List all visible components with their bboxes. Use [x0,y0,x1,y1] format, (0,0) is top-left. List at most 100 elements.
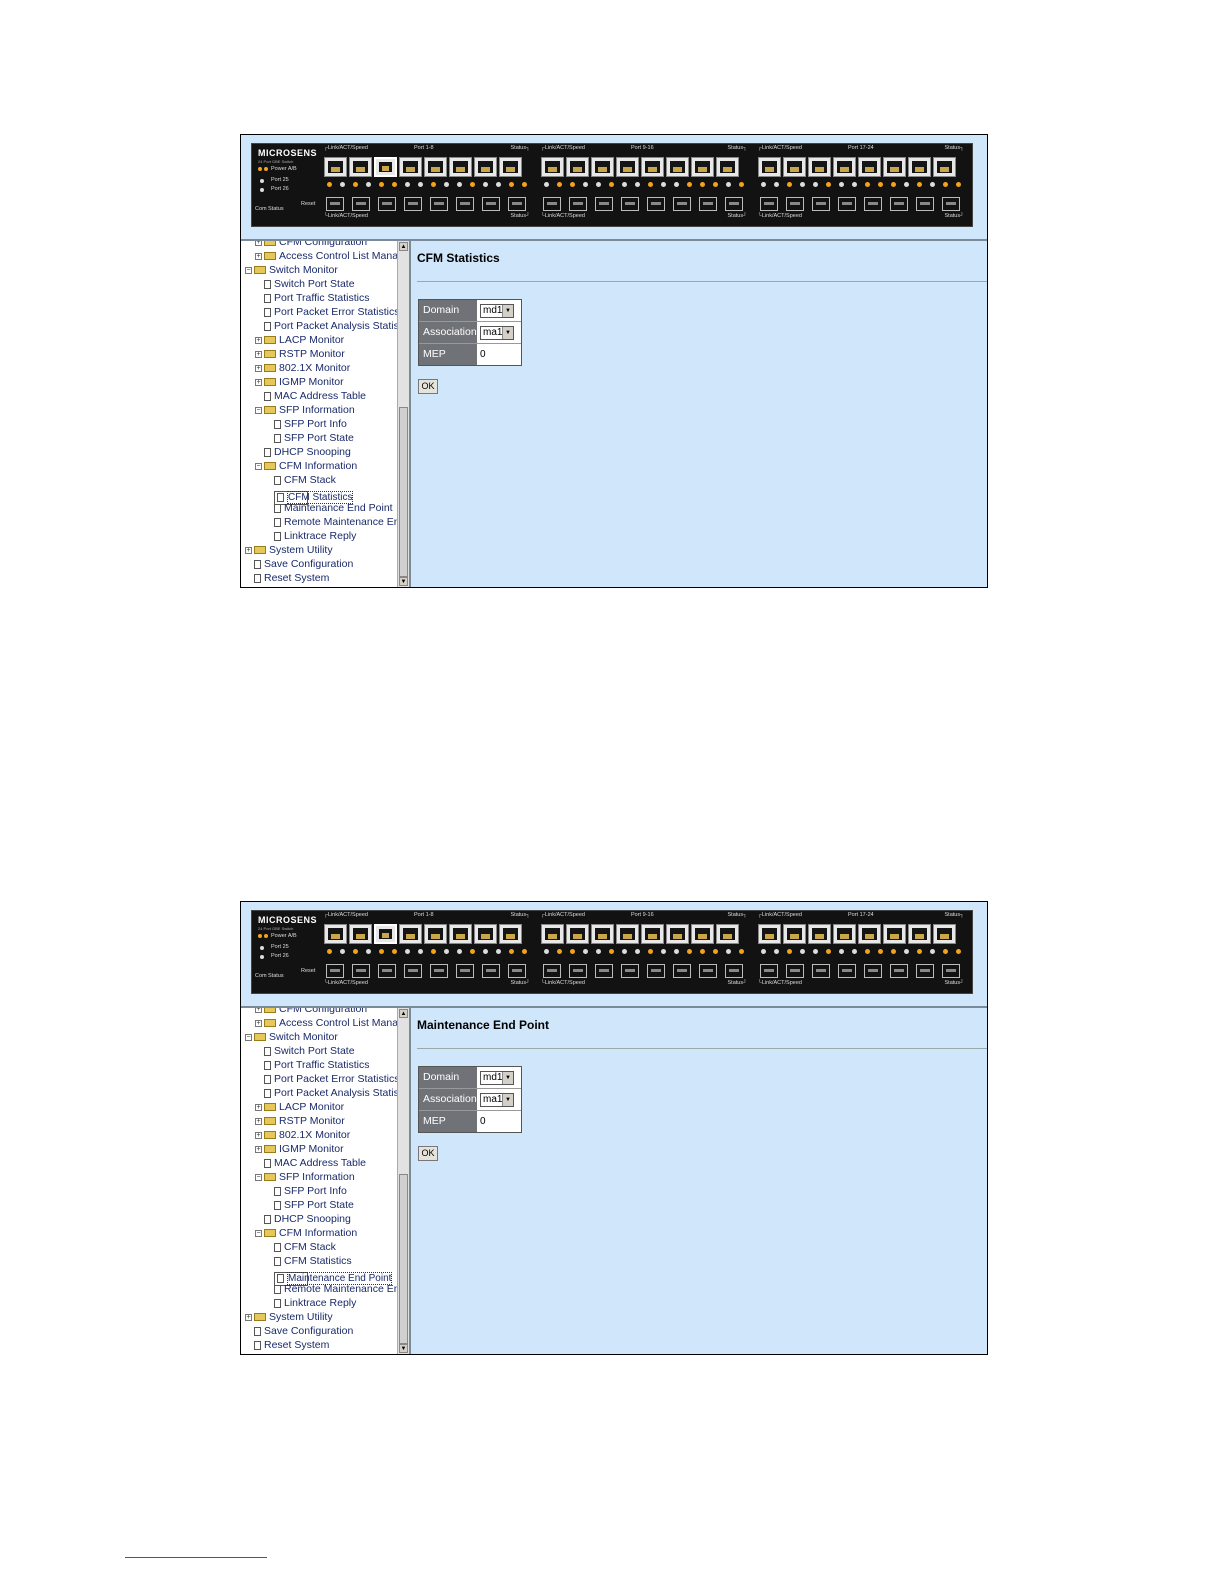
rj45-port[interactable] [641,157,664,177]
rj45-port[interactable] [541,924,564,944]
sfp-port[interactable] [864,197,882,211]
rj45-port[interactable] [883,157,906,177]
sfp-port[interactable] [699,964,717,978]
scroll-thumb[interactable] [399,1174,408,1344]
scroll-thumb[interactable] [399,407,408,577]
nav-item[interactable]: SFP Port Info [274,417,347,431]
nav-item[interactable]: SFP Port State [274,431,354,445]
rj45-port[interactable] [858,924,881,944]
rj45-port[interactable] [833,157,856,177]
nav-item[interactable]: CFM Stack [274,473,336,487]
rj45-port[interactable] [449,157,472,177]
nav-item[interactable]: SFP Port State [274,1198,354,1212]
ok-button[interactable]: OK [418,1146,438,1161]
sfp-port[interactable] [352,964,370,978]
rj45-port[interactable] [324,924,347,944]
nav-item[interactable]: Switch Port State [264,1044,355,1058]
nav-item[interactable]: Port Traffic Statistics [264,1058,370,1072]
rj45-port[interactable] [933,157,956,177]
expand-icon[interactable]: + [255,364,262,372]
rj45-port[interactable] [349,157,372,177]
sfp-port[interactable] [890,197,908,211]
nav-item[interactable]: + CFM Configuration [255,1008,367,1016]
nav-item[interactable]: CFM Stack [274,1240,336,1254]
rj45-port[interactable] [591,157,614,177]
nav-item[interactable]: + Access Control List Manage [255,1016,397,1030]
rj45-port[interactable] [374,924,397,944]
domain-select[interactable]: md1 ▼ [480,1071,514,1085]
rj45-port[interactable] [324,157,347,177]
expand-icon[interactable]: + [255,1103,262,1111]
sfp-port[interactable] [916,964,934,978]
collapse-icon[interactable]: − [255,1229,262,1237]
expand-icon[interactable]: + [245,546,252,554]
sfp-port[interactable] [543,197,561,211]
scroll-up-icon[interactable]: ▲ [399,1009,408,1018]
nav-item[interactable]: Linktrace Reply [274,1296,356,1310]
rj45-port[interactable] [566,924,589,944]
sfp-port[interactable] [760,964,778,978]
sfp-port[interactable] [482,197,500,211]
rj45-port[interactable] [691,157,714,177]
rj45-port[interactable] [499,924,522,944]
rj45-port[interactable] [666,924,689,944]
rj45-port[interactable] [566,157,589,177]
rj45-port[interactable] [908,157,931,177]
nav-item[interactable]: − CFM Information [255,459,357,473]
sfp-port[interactable] [890,964,908,978]
mep-field[interactable]: 0 [477,1111,521,1132]
sfp-port[interactable] [916,197,934,211]
nav-item[interactable]: SFP Port Info [274,1184,347,1198]
nav-item[interactable]: MAC Address Table [264,389,366,403]
expand-icon[interactable]: + [255,350,262,358]
collapse-icon[interactable]: − [245,1033,252,1041]
rj45-port[interactable] [833,924,856,944]
sfp-port[interactable] [456,964,474,978]
nav-item[interactable]: + IGMP Monitor [255,1142,344,1156]
sfp-port[interactable] [482,964,500,978]
sfp-port[interactable] [699,197,717,211]
rj45-port[interactable] [541,157,564,177]
nav-item[interactable]: CFM Statistics [274,1254,352,1268]
nav-item[interactable]: DHCP Snooping [264,1212,351,1226]
sfp-port[interactable] [838,964,856,978]
sfp-port[interactable] [942,197,960,211]
sfp-port[interactable] [430,197,448,211]
sfp-port[interactable] [621,964,639,978]
rj45-port[interactable] [424,924,447,944]
rj45-port[interactable] [933,924,956,944]
nav-item[interactable]: Save Configuration [254,557,353,571]
sfp-port[interactable] [508,964,526,978]
nav-item[interactable]: Remote Maintenance En [274,1282,397,1296]
ok-button[interactable]: OK [418,379,438,394]
sfp-port[interactable] [595,964,613,978]
rj45-port[interactable] [691,924,714,944]
expand-icon[interactable]: + [255,378,262,386]
sfp-port[interactable] [569,197,587,211]
nav-item[interactable]: Port Packet Analysis Statist [264,319,397,333]
nav-scrollbar[interactable]: ▲ ▼ [397,1008,409,1354]
rj45-port[interactable] [666,157,689,177]
association-select[interactable]: ma1 ▼ [480,1093,514,1107]
expand-icon[interactable]: + [255,1145,262,1153]
nav-item[interactable]: + System Utility [245,1310,333,1324]
nav-item[interactable]: − Switch Monitor [245,263,338,277]
nav-item[interactable]: − Switch Monitor [245,1030,338,1044]
sfp-port[interactable] [456,197,474,211]
nav-item[interactable]: + System Utility [245,543,333,557]
nav-item[interactable]: Switch Port State [264,277,355,291]
sfp-port[interactable] [760,197,778,211]
rj45-port[interactable] [591,924,614,944]
nav-item[interactable]: +802.1X Monitor [255,361,350,375]
sfp-port[interactable] [725,964,743,978]
expand-icon[interactable]: + [255,1008,262,1013]
scroll-down-icon[interactable]: ▼ [399,1344,408,1353]
sfp-port[interactable] [864,964,882,978]
sfp-port[interactable] [595,197,613,211]
sfp-port[interactable] [430,964,448,978]
rj45-port[interactable] [499,157,522,177]
expand-icon[interactable]: + [255,1019,262,1027]
nav-item[interactable]: DHCP Snooping [264,445,351,459]
expand-icon[interactable]: + [255,336,262,344]
sfp-port[interactable] [725,197,743,211]
